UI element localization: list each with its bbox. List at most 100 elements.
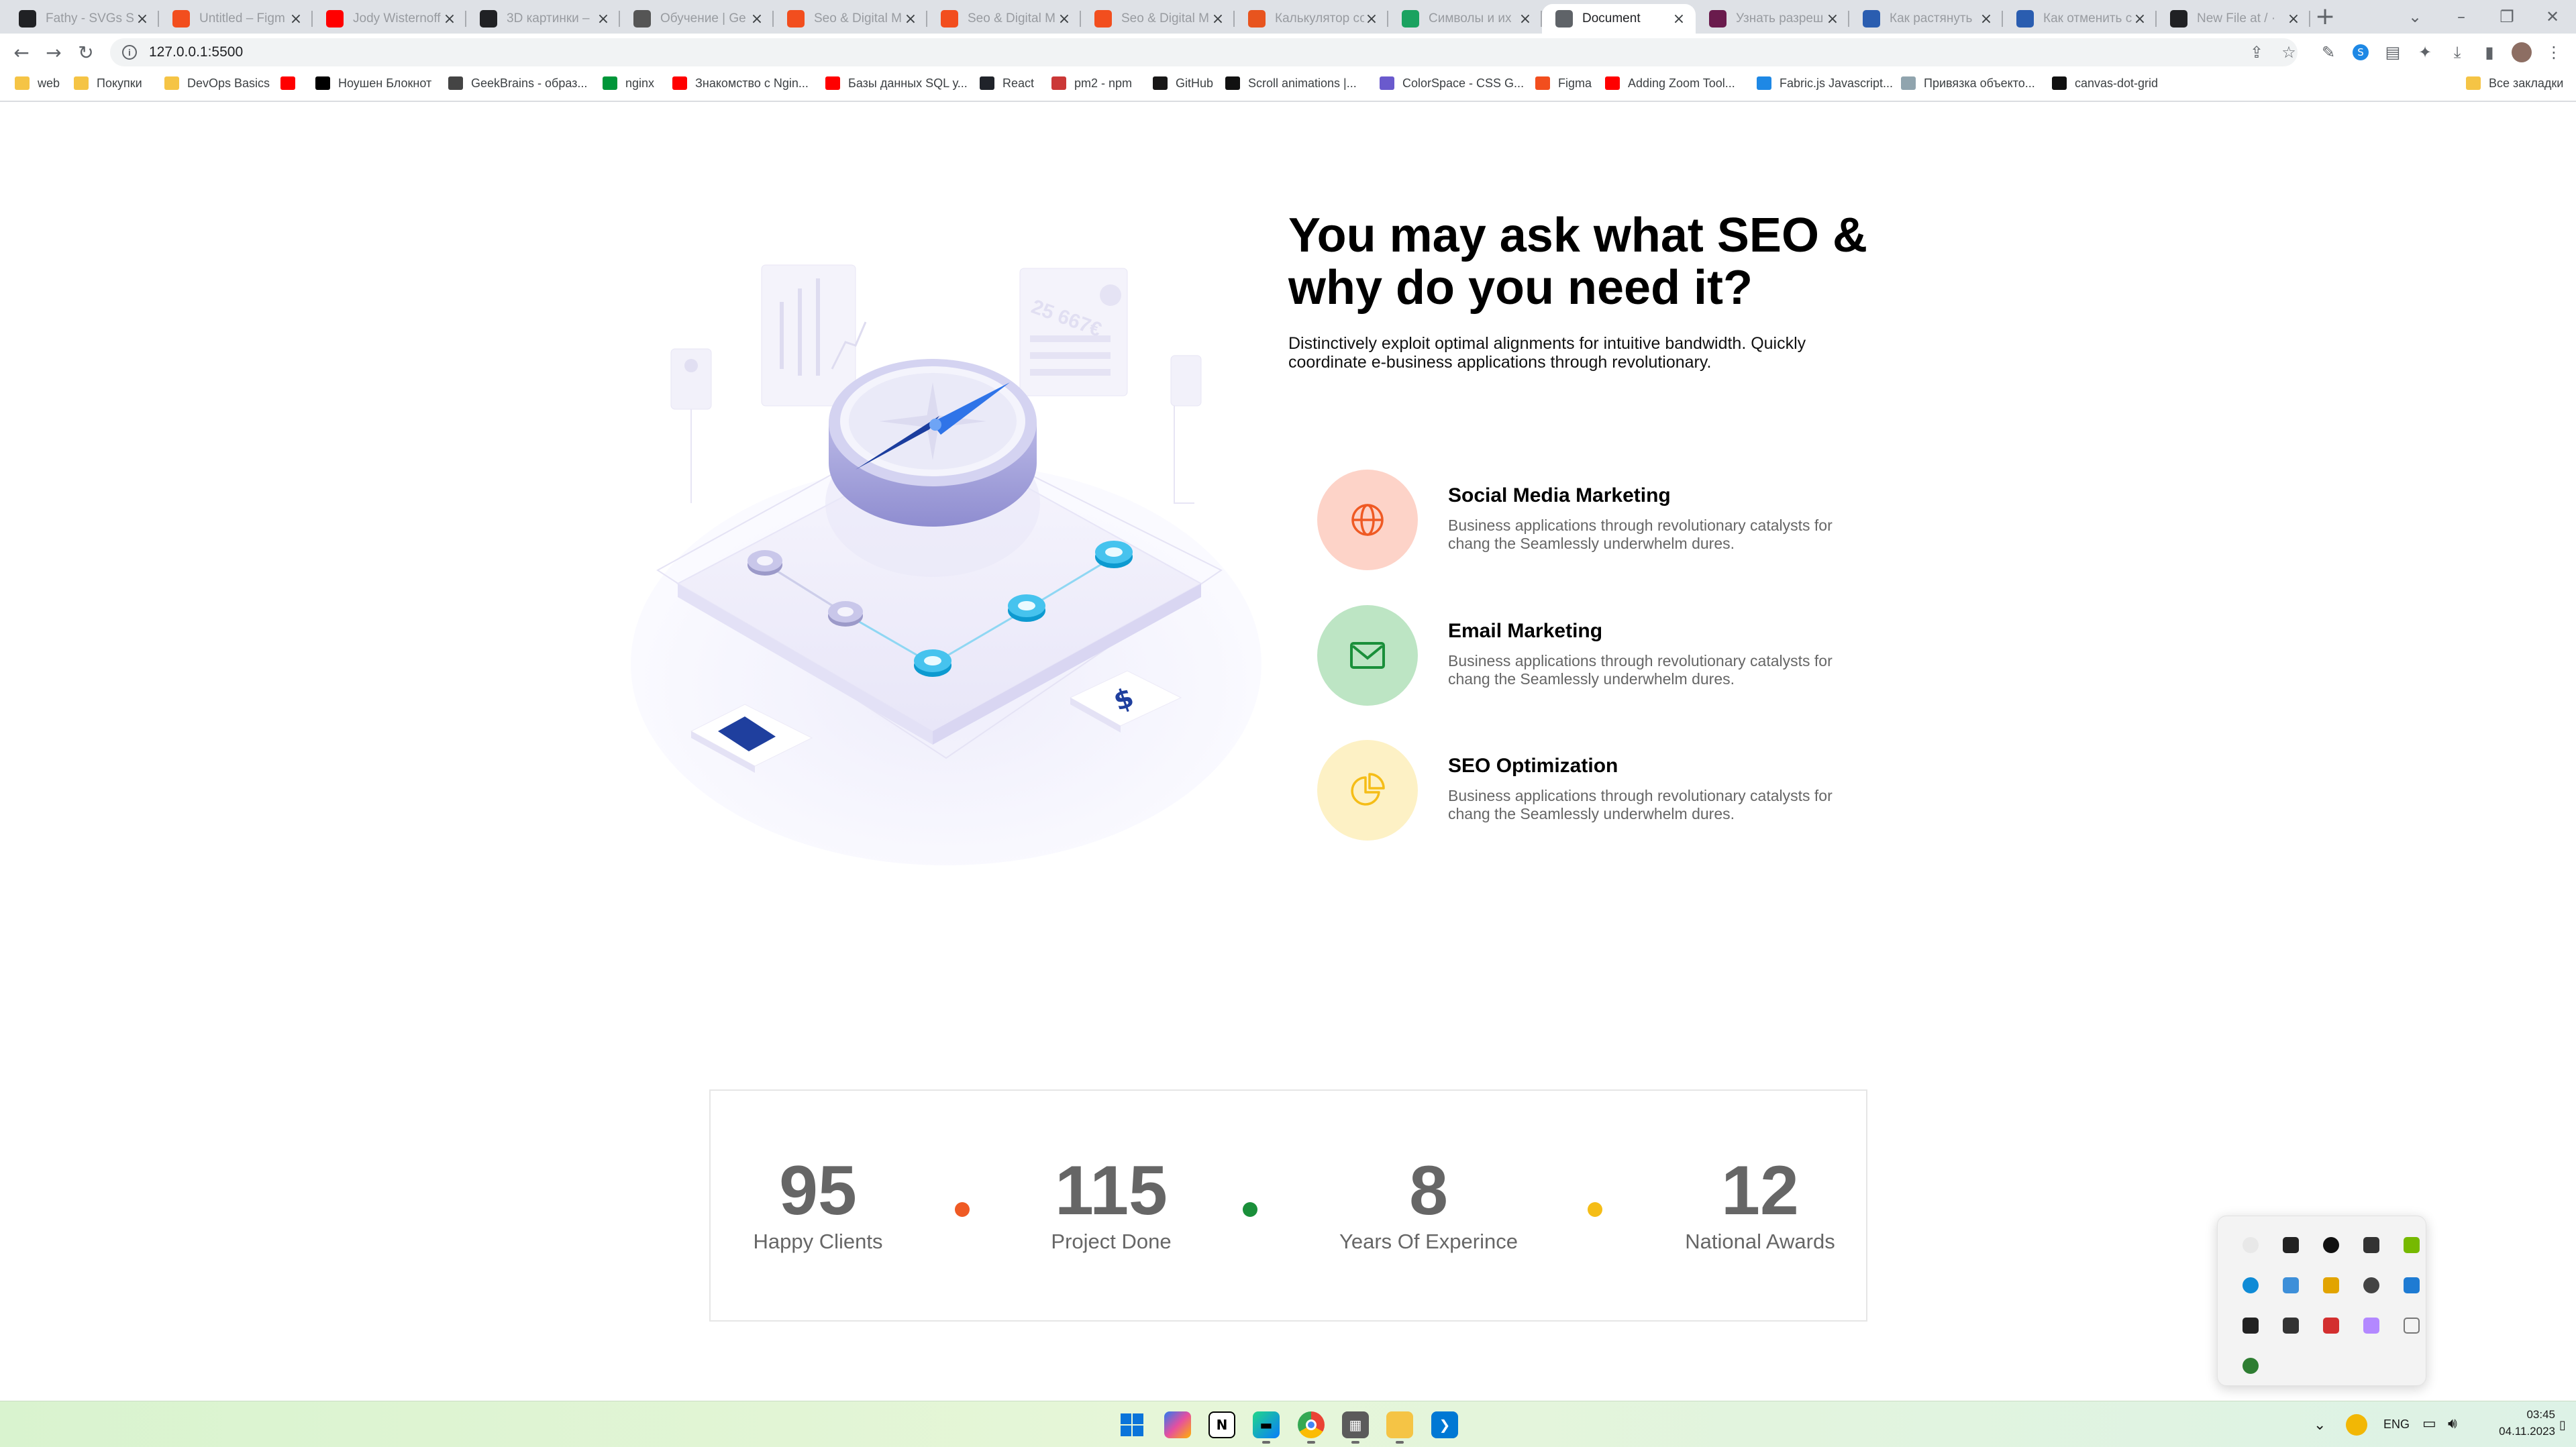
tab-7[interactable]: Seo & Digital M × xyxy=(927,4,1081,34)
notification-bell-icon[interactable]: ▯ xyxy=(2559,1418,2566,1432)
extension-s-icon[interactable]: S xyxy=(2349,40,2373,64)
extension-reader-icon[interactable]: ▤ xyxy=(2381,40,2405,64)
copilot-icon[interactable] xyxy=(1164,1411,1191,1438)
close-tab-icon[interactable]: × xyxy=(1364,11,1379,28)
notion-icon[interactable]: N xyxy=(1208,1411,1235,1438)
tray-monitor-icon[interactable] xyxy=(2404,1277,2420,1293)
tab-10[interactable]: Символы и их × xyxy=(1388,4,1542,34)
close-tab-icon[interactable]: × xyxy=(289,11,303,28)
pycharm-icon[interactable]: ▬ xyxy=(1253,1411,1280,1438)
service-title: SEO Optimization xyxy=(1448,755,1618,777)
bookmark-item[interactable] xyxy=(280,74,303,93)
clock-date[interactable]: 04.11.2023 xyxy=(2481,1425,2555,1438)
bookmark-item[interactable]: pm2 - npm xyxy=(1051,74,1132,93)
bookmark-item[interactable]: DevOps Basics xyxy=(164,74,270,93)
tab-4[interactable]: 3D картинки – × xyxy=(466,4,620,34)
tray-app-icon[interactable] xyxy=(2243,1237,2259,1253)
tray-app-icon[interactable] xyxy=(2363,1277,2379,1293)
windows-start-icon[interactable] xyxy=(1119,1411,1145,1438)
vscode-icon[interactable]: ❯ xyxy=(1431,1411,1458,1438)
tray-pen-icon[interactable] xyxy=(2363,1318,2379,1334)
bookmark-item[interactable]: Scroll animations |... xyxy=(1225,74,1357,93)
close-tab-icon[interactable]: × xyxy=(1979,11,1994,28)
close-window-button[interactable]: ✕ xyxy=(2523,0,2576,34)
close-tab-icon[interactable]: × xyxy=(1210,11,1225,28)
bookmark-item[interactable]: canvas-dot-grid xyxy=(2052,74,2158,93)
bookmark-item[interactable]: nginx xyxy=(603,74,654,93)
close-tab-icon[interactable]: × xyxy=(135,11,150,28)
close-tab-icon[interactable]: × xyxy=(903,11,918,28)
bookmark-item[interactable]: GitHub xyxy=(1153,74,1213,93)
close-tab-icon[interactable]: × xyxy=(2286,11,2301,28)
tab-8[interactable]: Seo & Digital M × xyxy=(1081,4,1235,34)
tab-3[interactable]: Jody Wisternoff × xyxy=(313,4,466,34)
tray-app-icon[interactable] xyxy=(2323,1318,2339,1334)
bookmark-item[interactable]: Ноушен Блокнот xyxy=(315,74,431,93)
close-tab-icon[interactable]: × xyxy=(442,11,457,28)
bookmark-item[interactable]: GeekBrains - образ... xyxy=(448,74,587,93)
bookmark-item[interactable]: Adding Zoom Tool... xyxy=(1605,74,1735,93)
close-tab-icon[interactable]: × xyxy=(750,11,764,28)
back-button[interactable]: ← xyxy=(8,39,35,66)
tab-15[interactable]: New File at / · × xyxy=(2157,4,2310,34)
forward-button[interactable]: → xyxy=(40,39,67,66)
new-tab-button[interactable]: + xyxy=(2315,3,2335,30)
input-language[interactable]: ENG xyxy=(2383,1417,2410,1432)
downloads-icon[interactable]: ⤓ xyxy=(2445,40,2469,64)
tray-app-icon[interactable] xyxy=(2323,1277,2339,1293)
tab-11[interactable]: Document × xyxy=(1542,4,1696,34)
bookmark-item[interactable]: Покупки xyxy=(74,74,142,93)
tray-app-icon[interactable] xyxy=(2243,1318,2259,1334)
tray-app-icon[interactable] xyxy=(2283,1277,2299,1293)
tab-5[interactable]: Обучение | Ge × xyxy=(620,4,774,34)
site-info-icon[interactable]: i xyxy=(122,45,137,60)
all-bookmarks[interactable]: Все закладки xyxy=(2466,74,2563,93)
calculator-icon[interactable]: ▦ xyxy=(1342,1411,1369,1438)
tab-12[interactable]: Узнать разреш × xyxy=(1696,4,1849,34)
chrome-icon[interactable] xyxy=(1298,1411,1325,1438)
show-hidden-icons-chevron[interactable]: ⌄ xyxy=(2314,1417,2326,1434)
tray-app-icon[interactable] xyxy=(2283,1318,2299,1334)
bookmark-item[interactable]: Figma xyxy=(1535,74,1592,93)
profile-avatar[interactable] xyxy=(2510,40,2534,64)
network-icon[interactable]: ▭ xyxy=(2422,1415,2436,1432)
nvidia-icon[interactable] xyxy=(2404,1237,2420,1253)
side-panel-icon[interactable]: ▮ xyxy=(2477,40,2502,64)
tray-terminal-icon[interactable] xyxy=(2283,1237,2299,1253)
close-tab-icon[interactable]: × xyxy=(1057,11,1072,28)
close-tab-icon[interactable]: × xyxy=(1825,11,1840,28)
clock-time[interactable]: 03:45 xyxy=(2481,1408,2555,1422)
tab-2[interactable]: Untitled – Figm × xyxy=(159,4,313,34)
bookmark-item[interactable]: web xyxy=(15,74,60,93)
tab-1[interactable]: Fathy - SVGs Sp × xyxy=(5,4,159,34)
bookmark-item[interactable]: Базы данных SQL у... xyxy=(825,74,968,93)
tab-14[interactable]: Как отменить с × xyxy=(2003,4,2157,34)
tab-6[interactable]: Seo & Digital M × xyxy=(774,4,927,34)
address-bar[interactable]: i 127.0.0.1:5500 xyxy=(110,38,2298,66)
reload-button[interactable]: ↻ xyxy=(72,39,99,66)
file-explorer-icon[interactable] xyxy=(1386,1411,1413,1438)
bookmark-item[interactable]: React xyxy=(980,74,1034,93)
extension-pen-icon[interactable]: ✎ xyxy=(2316,40,2340,64)
close-tab-icon[interactable]: × xyxy=(2132,11,2147,28)
tab-13[interactable]: Как растянуть × xyxy=(1849,4,2003,34)
menu-icon[interactable]: ⋮ xyxy=(2542,40,2566,64)
tray-app-icon[interactable] xyxy=(2323,1237,2339,1253)
bookmark-item[interactable]: Fabric.js Javascript... xyxy=(1757,74,1893,93)
bookmark-star-icon[interactable]: ☆ xyxy=(2277,40,2301,64)
tray-usb-icon[interactable] xyxy=(2404,1318,2420,1334)
tray-app-icon[interactable] xyxy=(2363,1237,2379,1253)
bookmark-item[interactable]: Привязка объекто... xyxy=(1901,74,2035,93)
close-tab-icon[interactable]: × xyxy=(1518,11,1533,28)
edge-icon[interactable] xyxy=(2243,1277,2259,1293)
tray-update-icon[interactable] xyxy=(2346,1414,2367,1436)
volume-icon[interactable]: 🔊︎ xyxy=(2448,1415,2457,1432)
tray-globe-icon[interactable] xyxy=(2243,1358,2259,1374)
extensions-puzzle-icon[interactable]: ✦ xyxy=(2413,40,2437,64)
close-tab-icon[interactable]: × xyxy=(1671,11,1686,28)
bookmark-item[interactable]: Знакомство с Ngin... xyxy=(672,74,809,93)
bookmark-item[interactable]: ColorSpace - CSS G... xyxy=(1380,74,1524,93)
share-icon[interactable]: ⇪ xyxy=(2245,40,2269,64)
close-tab-icon[interactable]: × xyxy=(596,11,611,28)
tab-9[interactable]: Калькулятор со × xyxy=(1235,4,1388,34)
